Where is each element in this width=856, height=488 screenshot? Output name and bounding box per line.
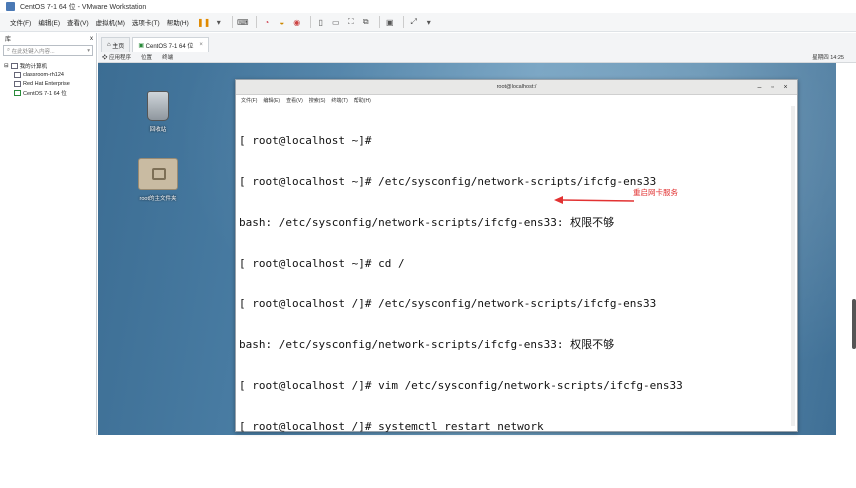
dropdown-icon[interactable]: ▾ [423, 16, 435, 28]
pause-icon[interactable]: ❚❚ [197, 16, 210, 28]
tree-item-label: CentOS 7-1 64 位 [23, 90, 67, 97]
library-tree: ⊟ 我的计算机 classroom-rh124 Red Hat Enterpri… [0, 61, 96, 97]
terminal-menu-edit[interactable]: 编辑(E) [263, 97, 280, 104]
library-view-icon[interactable]: ▯ [315, 16, 327, 28]
gnome-top-bar: ❖ 应用程序 位置 终端 星期四 14:25 [98, 52, 856, 63]
tree-item-label: classroom-rh124 [23, 71, 64, 78]
console-view-icon[interactable]: ▣ [384, 16, 396, 28]
app-menu-icon: ❖ [102, 55, 110, 61]
terminal-menubar: 文件(F) 编辑(E) 查看(V) 搜索(S) 终端(T) 帮助(H) [236, 95, 797, 106]
tab-centos[interactable]: ▣ CentOS 7-1 64 位 × [132, 37, 209, 52]
library-search-placeholder: 在此处键入内容... [11, 48, 55, 55]
unity-icon[interactable]: ⧉ [360, 16, 372, 28]
scrollbar-thumb[interactable] [852, 299, 856, 349]
terminal-menu-search[interactable]: 搜索(S) [309, 97, 326, 104]
tab-label: CentOS 7-1 64 位 [145, 43, 194, 50]
right-scrollbar[interactable] [836, 63, 856, 435]
tree-item-label: Red Hat Enterprise [23, 80, 70, 87]
terminal-menu-terminal[interactable]: 终端(T) [331, 97, 347, 104]
terminal-title: root@localhost:/ [496, 84, 537, 90]
tree-item-classroom[interactable]: classroom-rh124 [0, 70, 96, 79]
menu-tabs[interactable]: 选项卡(T) [132, 17, 160, 27]
thumbnail-view-icon[interactable]: ▭ [330, 16, 342, 28]
terminal-window: root@localhost:/ – ▫ × 文件(F) 编辑(E) 查看(V)… [235, 79, 798, 433]
desktop-home-folder[interactable]: root的主文件夹 [128, 158, 188, 202]
terminal-line: [ root@localhost /]# systemctl restart n… [239, 419, 544, 433]
toolbar-divider [255, 16, 257, 28]
app-titlebar: CentOS 7-1 64 位 - VMware Workstation [0, 0, 856, 13]
terminal-line: [ root@localhost ~]# [239, 134, 372, 148]
fullscreen-icon[interactable]: ⛶ [345, 16, 357, 28]
tab-label: 主页 [112, 43, 125, 50]
menu-vm[interactable]: 虚拟机(M) [96, 17, 125, 27]
revert-snapshot-icon[interactable]: ◒ [276, 16, 288, 28]
vmware-logo-icon [6, 2, 15, 11]
maximize-icon[interactable]: ▫ [767, 82, 778, 93]
vm-icon [14, 80, 21, 87]
terminal-line: bash: /etc/sysconfig/network-scripts/ifc… [239, 215, 615, 229]
snapshot-icon[interactable]: ◔ [261, 16, 273, 28]
menu-file[interactable]: 文件(F) [10, 17, 31, 27]
terminal-line: bash: /etc/sysconfig/network-scripts/ifc… [239, 338, 615, 352]
gnome-apps-menu[interactable]: ❖ 应用程序 [102, 53, 131, 61]
menubar: 文件(F) 编辑(E) 查看(V) 虚拟机(M) 选项卡(T) 帮助(H) ❚❚… [0, 13, 856, 32]
terminal-line: [ root@localhost ~]# cd / [239, 256, 405, 270]
close-icon[interactable]: × [780, 82, 791, 93]
tree-item-centos[interactable]: CentOS 7-1 64 位 [0, 88, 96, 97]
window-title: CentOS 7-1 64 位 - VMware Workstation [20, 3, 147, 11]
menu-edit[interactable]: 编辑(E) [38, 17, 60, 27]
desktop-trash[interactable]: 回收站 [128, 91, 188, 133]
toolbar-divider [402, 16, 404, 28]
vm-icon [14, 71, 21, 78]
library-close-icon[interactable]: x [90, 36, 93, 42]
gnome-terminal-menu[interactable]: 终端 [162, 53, 173, 61]
tree-item-my-computer[interactable]: ⊟ 我的计算机 [0, 61, 96, 70]
terminal-scrollbar[interactable] [791, 106, 795, 426]
collapse-icon[interactable]: ⊟ [4, 63, 9, 69]
library-title: 库 [5, 37, 12, 43]
tree-item-label: 我的计算机 [19, 63, 48, 70]
vm-icon: ▣ [138, 42, 146, 49]
library-panel: 库 x ⌕ 在此处键入内容... ▾ ⊟ 我的计算机 classroom-rh1… [0, 33, 97, 435]
terminal-line: [ root@localhost ~]# /etc/sysconfig/netw… [239, 174, 657, 188]
trash-icon [147, 91, 169, 121]
desktop-icon-label: root的主文件夹 [139, 196, 177, 202]
terminal-line: [ root@localhost /]# vim /etc/sysconfig/… [239, 378, 683, 392]
terminal-line: [ root@localhost /]# /etc/sysconfig/netw… [239, 297, 657, 311]
chevron-down-icon[interactable]: ▾ [87, 48, 90, 54]
tab-strip: ⌂ 主页 ▣ CentOS 7-1 64 位 × [98, 33, 856, 52]
dropdown-icon[interactable]: ▾ [213, 16, 225, 28]
gnome-places-menu[interactable]: 位置 [141, 53, 152, 61]
snapshot-manager-icon[interactable]: ◉ [291, 16, 303, 28]
library-search-input[interactable]: ⌕ 在此处键入内容... ▾ [3, 45, 93, 56]
toolbar-divider [378, 16, 380, 28]
desktop-icon-label: 回收站 [149, 127, 167, 133]
tree-item-redhat[interactable]: Red Hat Enterprise [0, 79, 96, 88]
home-folder-icon [138, 158, 178, 190]
terminal-menu-view[interactable]: 查看(V) [286, 97, 303, 104]
terminal-menu-file[interactable]: 文件(F) [241, 97, 257, 104]
annotation-arrow-icon [554, 196, 634, 204]
toolbar-divider [231, 16, 233, 28]
computer-icon [10, 62, 18, 69]
menu-help[interactable]: 帮助(H) [167, 17, 189, 27]
annotation-label: 重启网卡服务 [633, 188, 678, 197]
library-header: 库 x [0, 33, 96, 44]
terminal-titlebar: root@localhost:/ – ▫ × [236, 80, 797, 95]
vm-running-icon [14, 89, 21, 96]
menu-view[interactable]: 查看(V) [67, 17, 89, 27]
toolbar-divider [309, 16, 311, 28]
tab-home[interactable]: ⌂ 主页 [101, 37, 131, 52]
window-controls: – ▫ × [752, 82, 791, 93]
send-keys-icon[interactable]: ⌨ [237, 16, 249, 28]
tab-close-icon[interactable]: × [199, 42, 203, 48]
terminal-menu-help[interactable]: 帮助(H) [354, 97, 371, 104]
gnome-clock[interactable]: 星期四 14:25 [812, 53, 844, 61]
terminal-output[interactable]: [ root@localhost ~]# [ root@localhost ~]… [236, 106, 797, 488]
minimize-icon[interactable]: – [754, 82, 765, 93]
stretch-icon[interactable]: ⤢ [408, 16, 420, 28]
toolbar: ❚❚ ▾ ⌨ ◔ ◒ ◉ ▯ ▭ ⛶ ⧉ ▣ ⤢ ▾ [197, 16, 438, 28]
